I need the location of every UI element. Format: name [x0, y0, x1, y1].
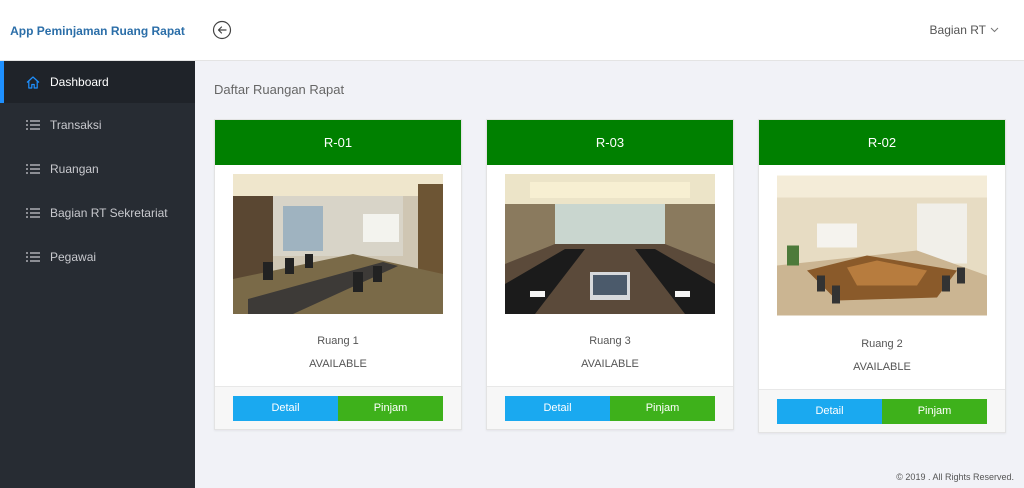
list-icon: [25, 249, 41, 265]
list-icon: [25, 205, 41, 221]
card-actions: Detail Pinjam: [487, 386, 733, 429]
room-name: Ruang 2: [861, 338, 903, 350]
room-code: R-02: [759, 120, 1005, 165]
sidebar: Dashboard Transaksi Ruangan Bagian RT Se…: [0, 61, 195, 488]
sidebar-item-label: Dashboard: [50, 75, 109, 89]
room-card: R-03 Ruang 3 AVAILABLE Detail Pinjam: [486, 119, 734, 430]
detail-button[interactable]: Detail: [233, 395, 338, 421]
sidebar-item-label: Bagian RT Sekretariat: [50, 206, 168, 220]
room-photo: [505, 174, 715, 314]
home-icon: [25, 74, 41, 90]
sidebar-item-label: Transaksi: [50, 118, 102, 132]
room-card: R-01 Ruang 1 AVAILABLE Detail Pinjam: [214, 119, 462, 430]
room-code: R-03: [487, 120, 733, 165]
card-actions: Detail Pinjam: [759, 389, 1005, 432]
room-photo: [233, 174, 443, 314]
sidebar-item-bagian-rt-sekretariat[interactable]: Bagian RT Sekretariat: [0, 191, 195, 235]
sidebar-item-label: Ruangan: [50, 162, 99, 176]
sidebar-item-label: Pegawai: [50, 250, 97, 264]
page-title: Daftar Ruangan Rapat: [214, 82, 345, 97]
room-name: Ruang 1: [317, 335, 359, 347]
sidebar-item-pegawai[interactable]: Pegawai: [0, 235, 195, 279]
sidebar-item-transaksi[interactable]: Transaksi: [0, 103, 195, 147]
sidebar-item-ruangan[interactable]: Ruangan: [0, 147, 195, 191]
user-menu[interactable]: Bagian RT: [930, 23, 999, 37]
list-icon: [25, 117, 41, 133]
room-photo: [777, 175, 987, 316]
list-icon: [25, 161, 41, 177]
user-menu-label: Bagian RT: [929, 23, 986, 37]
room-card: R-02 Ruang 2 AVAILABLE Detail Pinjam: [758, 119, 1006, 433]
card-actions: Detail Pinjam: [215, 386, 461, 429]
room-name: Ruang 3: [589, 335, 631, 347]
room-status: AVAILABLE: [581, 358, 639, 370]
pinjam-button[interactable]: Pinjam: [610, 395, 715, 421]
pinjam-button[interactable]: Pinjam: [882, 398, 987, 424]
back-button[interactable]: [212, 20, 232, 40]
pinjam-button[interactable]: Pinjam: [338, 395, 443, 421]
detail-button[interactable]: Detail: [505, 395, 610, 421]
sidebar-item-dashboard[interactable]: Dashboard: [0, 61, 195, 103]
room-status: AVAILABLE: [853, 361, 911, 373]
room-code: R-01: [215, 120, 461, 165]
footer-copyright: © 2019 . All Rights Reserved.: [896, 472, 1014, 482]
room-status: AVAILABLE: [309, 358, 367, 370]
detail-button[interactable]: Detail: [777, 398, 882, 424]
app-title[interactable]: App Peminjaman Ruang Rapat: [0, 0, 195, 61]
top-header: App Peminjaman Ruang Rapat Bagian RT: [0, 0, 1024, 61]
chevron-down-icon: [990, 27, 999, 33]
arrow-left-circle-icon: [212, 20, 232, 40]
